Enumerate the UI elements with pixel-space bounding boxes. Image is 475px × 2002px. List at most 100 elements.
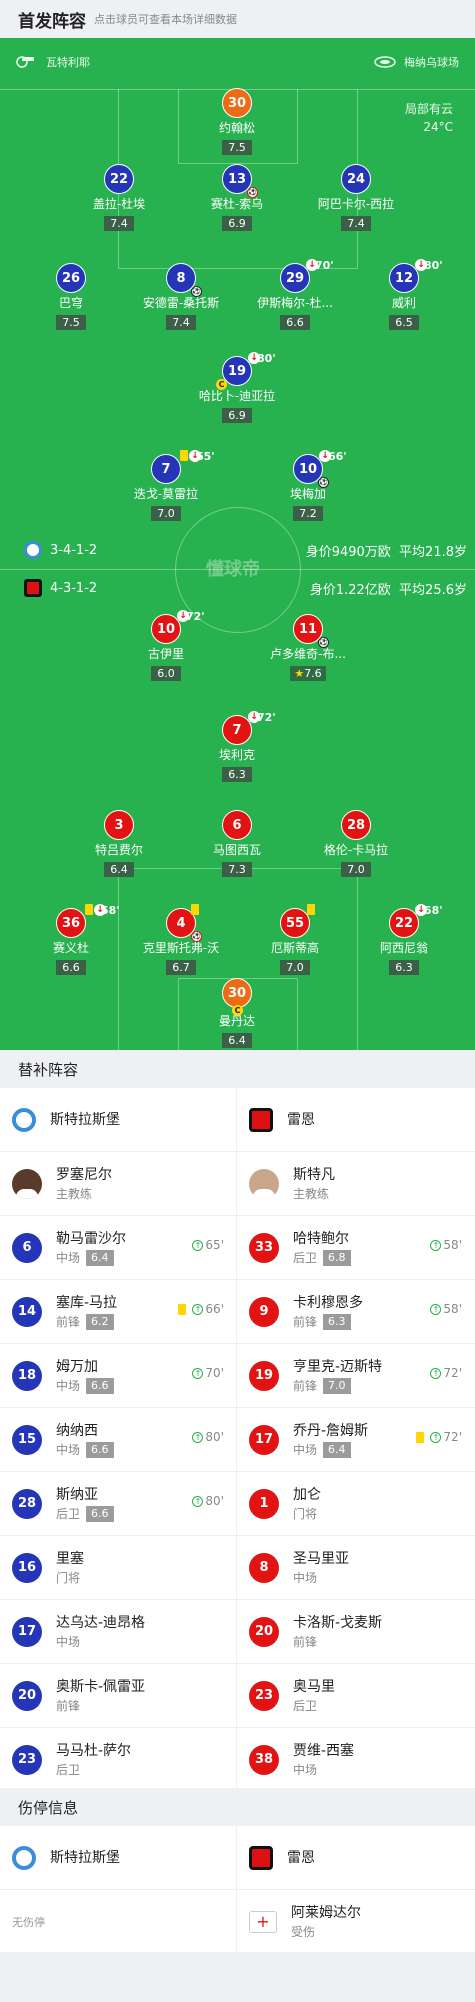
star-icon: ★	[294, 667, 305, 680]
player-number: 28	[341, 810, 371, 840]
player-name: 哈比卜-迪亚拉	[198, 389, 276, 403]
bench-player-home[interactable]: 16 里塞 门将	[0, 1536, 237, 1599]
away-player-11[interactable]: 11 ⚽ 卢多维奇-布... ★7.6	[253, 614, 363, 681]
home-value-line: 身价9490万欧 平均21.8岁	[305, 545, 467, 560]
player-number: 22 ↓ 58'	[389, 904, 443, 938]
home-player-7[interactable]: 7 ↓ 65' 迭戈-莫雷拉 7.0	[111, 450, 221, 521]
away-player-28[interactable]: 28 格伦-卡马拉 7.0	[301, 810, 411, 877]
bench-player-away[interactable]: 38 贾维-西塞 中场	[237, 1728, 474, 1791]
player-name: 圣马里亚	[293, 1550, 349, 1567]
away-player-22[interactable]: 22 ↓ 58' 阿西尼翁 6.3	[349, 904, 459, 975]
player-name: 古伊里	[147, 647, 184, 661]
away-player-10[interactable]: 10 ↓ 72' 古伊里 6.0	[111, 610, 221, 681]
bench-away-team[interactable]: 雷恩	[237, 1088, 474, 1151]
player-position: 前锋	[293, 1634, 318, 1649]
player-number: 1	[249, 1488, 279, 1519]
bench-player-home[interactable]: 20 奥斯卡-佩雷亚 前锋	[0, 1664, 237, 1727]
sub-in-info: ↑ 65'	[192, 1238, 224, 1252]
player-number: 8	[249, 1552, 279, 1583]
player-number: 30 C	[222, 978, 252, 1016]
rennes-logo-icon	[249, 1107, 273, 1132]
bench-player-away[interactable]: 23 奥马里 后卫	[237, 1664, 474, 1727]
player-rating: 7.4	[104, 216, 134, 231]
player-position: 中场 6.4	[56, 1249, 126, 1267]
player-number: 4 ⚽	[166, 904, 202, 942]
player-number: 17	[249, 1424, 279, 1455]
player-number: 16	[12, 1552, 42, 1583]
player-position: 后卫	[293, 1698, 318, 1713]
home-player-8[interactable]: 8 ⚽ 安德雷-桑托斯 7.4	[126, 263, 236, 330]
home-player-19[interactable]: 19 ↓ 80' C 哈比卜-迪亚拉 6.9	[182, 352, 292, 423]
home-player-10[interactable]: 10 ↓ 66' ⚽ 埃梅加 7.2	[253, 450, 363, 521]
player-number: 20	[12, 1680, 42, 1711]
player-name: 约翰松	[218, 121, 255, 135]
player-number: 23	[249, 1680, 279, 1711]
rennes-logo-icon	[249, 1845, 273, 1870]
home-player-13[interactable]: 13 ⚽ 赛杜-索乌 6.9	[182, 164, 292, 231]
bench-player-away[interactable]: 9 卡利穆恩多 前锋 6.3 ↑ 58'	[237, 1280, 474, 1343]
player-position: 中场	[293, 1570, 318, 1585]
bench-player-home[interactable]: 15 纳纳西 中场 6.6 ↑ 80'	[0, 1408, 237, 1471]
bench-player-away[interactable]: 19 亨里克-迈斯特 前锋 7.0 ↑ 72'	[237, 1344, 474, 1407]
player-name: 迭戈-莫雷拉	[133, 487, 199, 501]
player-position: 中场	[56, 1634, 81, 1649]
bench-player-home[interactable]: 6 勒马雷沙尔 中场 6.4 ↑ 65'	[0, 1216, 237, 1279]
away-player-30[interactable]: 30 C 曼丹达 6.4	[182, 978, 292, 1048]
away-coach[interactable]: 斯特凡 主教练	[237, 1152, 474, 1215]
player-position: 中场 6.4	[293, 1441, 368, 1459]
soccer-ball-icon: ⚽	[318, 477, 329, 488]
bench-player-away[interactable]: 20 卡洛斯-戈麦斯 前锋	[237, 1600, 474, 1663]
player-rating: 6.2	[86, 1313, 114, 1330]
home-coach[interactable]: 罗塞尼尔 主教练	[0, 1152, 237, 1215]
player-rating: 7.5	[56, 315, 86, 330]
player-rating: 7.5	[222, 140, 252, 155]
home-player-12[interactable]: 12 ↓ 80' 威利 6.5	[349, 259, 459, 330]
away-player-55[interactable]: 55 厄斯蒂高 7.0	[240, 904, 350, 975]
page-subtitle: 点击球员可查看本场详细数据	[94, 13, 237, 26]
home-player-29[interactable]: 29 ↓ 70' 伊斯梅尔-杜... 6.6	[240, 259, 350, 330]
bench-player-home[interactable]: 18 姆万加 中场 6.6 ↑ 70'	[0, 1344, 237, 1407]
away-player-6[interactable]: 6 马图西瓦 7.3	[182, 810, 292, 877]
player-rating: 7.0	[280, 960, 310, 975]
away-formation: 4-3-1-2	[50, 580, 98, 596]
bench-player-home[interactable]: 14 塞库-马拉 前锋 6.2 ↑ 66'	[0, 1280, 237, 1343]
sub-in-info: ↑ 80'	[192, 1430, 224, 1444]
injury-away-player[interactable]: + 阿莱姆达尔 受伤	[237, 1890, 474, 1953]
injury-away-team[interactable]: 雷恩	[237, 1826, 474, 1889]
home-player-30[interactable]: 30 约翰松 7.5	[182, 88, 292, 155]
player-name: 克里斯托弗-沃	[142, 941, 220, 955]
sub-minute: 80'	[257, 352, 276, 365]
player-rating: 6.3	[222, 767, 252, 782]
sub-in-info: ↑ 58'	[430, 1238, 462, 1252]
page-footer	[0, 1952, 475, 2002]
bench-home-team[interactable]: 斯特拉斯堡	[0, 1088, 237, 1151]
home-player-24[interactable]: 24 阿巴卡尔-西拉 7.4	[301, 164, 411, 231]
bench-player-away[interactable]: 1 加仑 门将	[237, 1472, 474, 1535]
away-player-3[interactable]: 3 特吕费尔 6.4	[64, 810, 174, 877]
player-rating: 7.0	[341, 862, 371, 877]
player-number: 19 ↓ 80' C	[216, 352, 276, 390]
sub-in-info: ↑ 58'	[430, 1302, 462, 1316]
bench-player-home[interactable]: 23 马马杜-萨尔 后卫	[0, 1728, 237, 1791]
injury-home-team[interactable]: 斯特拉斯堡	[0, 1826, 237, 1889]
sub-in-icon: ↑	[192, 1239, 204, 1251]
player-number: 15	[12, 1424, 42, 1455]
sub-minute: 66'	[328, 450, 347, 463]
player-rating: 7.0	[323, 1377, 351, 1394]
away-player-4[interactable]: 4 ⚽ 克里斯托弗-沃 6.7	[126, 904, 236, 975]
rennes-logo-icon	[24, 579, 42, 597]
player-rating: 6.4	[323, 1441, 351, 1458]
bench-player-home[interactable]: 28 斯纳亚 后卫 6.6 ↑ 80'	[0, 1472, 237, 1535]
bench-player-away[interactable]: 17 乔丹-詹姆斯 中场 6.4 ↑ 72'	[237, 1408, 474, 1471]
home-player-26[interactable]: 26 巴穹 7.5	[16, 263, 126, 330]
player-name: 哈特鲍尔	[293, 1230, 349, 1247]
away-player-7[interactable]: 7 ↓ 72' 埃利克 6.3	[182, 711, 292, 782]
bench-player-home[interactable]: 17 达乌达-迪昂格 中场	[0, 1600, 237, 1663]
away-player-36[interactable]: 36 ↓ 58' 赛义杜 6.6	[16, 904, 126, 975]
player-number: 10 ↓ 72'	[151, 610, 205, 644]
home-player-22[interactable]: 22 盖拉-杜埃 7.4	[64, 164, 174, 231]
bench-player-away[interactable]: 8 圣马里亚中场	[237, 1536, 474, 1599]
yellow-card-icon	[85, 904, 93, 915]
bench-player-away[interactable]: 33 哈特鲍尔 后卫 6.8 ↑ 58'	[237, 1216, 474, 1279]
yellow-card-icon	[178, 1303, 187, 1315]
